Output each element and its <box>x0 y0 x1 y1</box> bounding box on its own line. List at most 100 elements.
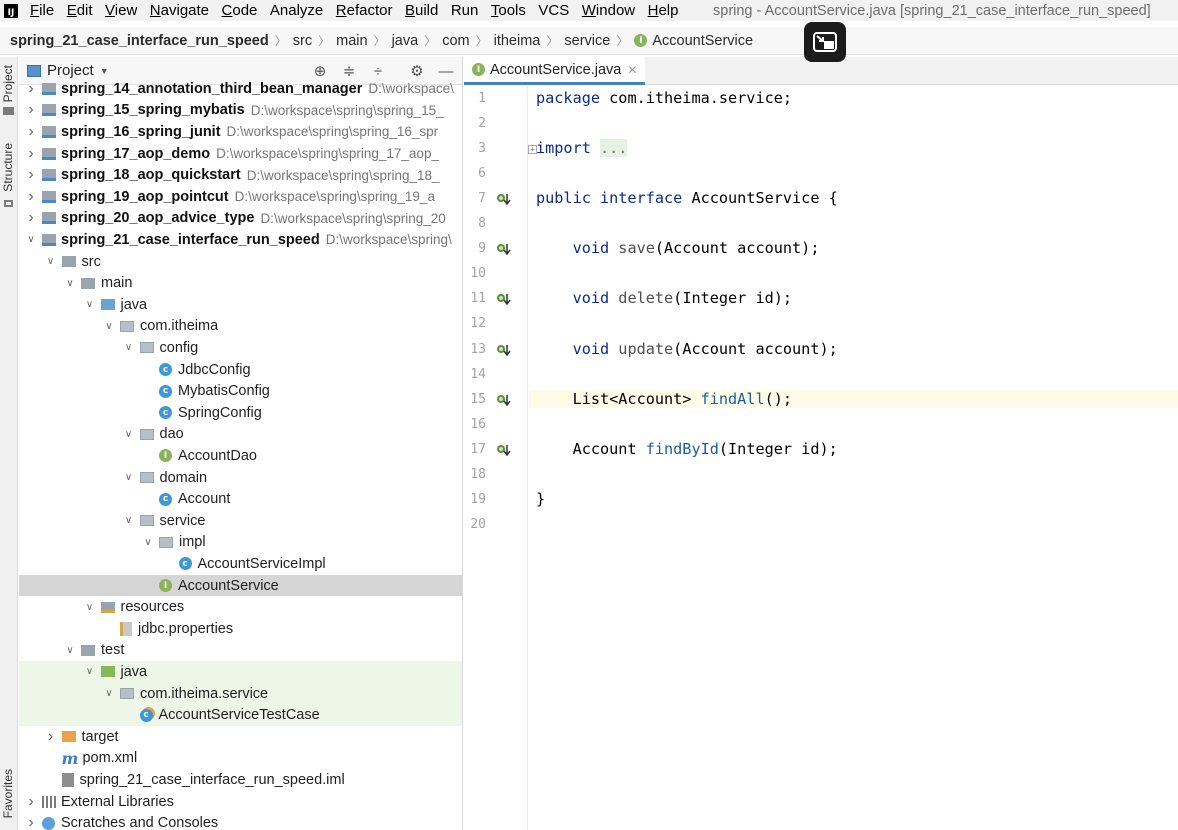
chevron-right-icon[interactable]: › <box>45 728 57 746</box>
tree-row[interactable]: ∨ config <box>19 337 462 359</box>
tree-row[interactable]: ∨ java <box>19 294 462 316</box>
menu-item-edit[interactable]: Edit <box>67 2 93 19</box>
tree-row[interactable]: c SpringConfig <box>19 402 462 424</box>
tree-row[interactable]: › spring_16_spring_junit D:\workspace\spri… <box>19 121 462 143</box>
tree-row[interactable]: › spring_18_aop_quickstart D:\workspace\sp… <box>19 164 462 186</box>
tree-row[interactable]: I AccountService <box>19 574 462 597</box>
implemented-marker-icon[interactable] <box>496 393 514 407</box>
close-icon[interactable]: ✕ <box>627 63 637 77</box>
menu-item-run[interactable]: Run <box>451 2 479 19</box>
menu-item-tools[interactable]: Tools <box>491 2 526 19</box>
breadcrumb-item[interactable]: java <box>392 33 419 49</box>
tree-row[interactable]: spring_21_case_interface_run_speed.iml <box>19 769 462 791</box>
exit-pip-button[interactable] <box>804 22 846 62</box>
chevron-right-icon[interactable]: › <box>25 80 37 98</box>
chevron-down-icon[interactable]: ∨ <box>123 472 135 483</box>
tree-row[interactable]: › target <box>19 726 462 748</box>
menu-item-navigate[interactable]: Navigate <box>150 2 209 19</box>
tree-row[interactable]: › spring_17_aop_demo D:\workspace\spring\s… <box>19 143 462 165</box>
tree-row[interactable]: ∨ main <box>19 272 462 294</box>
fold-expand-icon[interactable]: + <box>528 145 537 155</box>
tree-row[interactable]: ∨ domain <box>19 467 462 489</box>
chevron-down-icon[interactable]: ∨ <box>123 429 135 440</box>
chevron-down-icon[interactable]: ∨ <box>84 666 96 677</box>
menu-item-build[interactable]: Build <box>405 2 438 19</box>
menu-item-window[interactable]: Window <box>582 2 635 19</box>
menu-item-file[interactable]: File <box>30 2 54 19</box>
implemented-marker-icon[interactable] <box>496 242 514 256</box>
breadcrumb-item[interactable]: spring_21_case_interface_run_speed <box>10 33 269 49</box>
chevron-down-icon[interactable]: ∨ <box>64 278 76 289</box>
menu-item-help[interactable]: Help <box>648 2 679 19</box>
tree-row[interactable]: c AccountServiceImpl <box>19 553 462 575</box>
chevron-right-icon[interactable]: › <box>25 166 37 184</box>
chevron-down-icon[interactable]: ∨ <box>64 645 76 656</box>
tree-row[interactable]: ∨ spring_21_case_interface_run_speed D:\wo… <box>19 229 462 251</box>
tree-row[interactable]: › spring_19_aop_pointcut D:\workspace\spri… <box>19 186 462 208</box>
tree-row[interactable]: c JdbcConfig <box>19 359 462 381</box>
chevron-right-icon[interactable]: › <box>25 101 37 119</box>
implemented-marker-icon[interactable] <box>496 443 514 457</box>
tree-row[interactable]: › spring_20_aop_advice_type D:\workspace\s… <box>19 208 462 230</box>
chevron-down-icon[interactable]: ∨ <box>103 321 115 332</box>
tree-row[interactable]: m pom.xml <box>19 748 462 770</box>
tree-row[interactable]: ∨ src <box>19 251 462 273</box>
breadcrumb-item[interactable]: I AccountService <box>634 33 753 49</box>
menu-item-vcs[interactable]: VCS <box>538 2 569 19</box>
chevron-down-icon[interactable]: ∨ <box>103 688 115 699</box>
chevron-down-icon[interactable]: ∨ <box>142 537 154 548</box>
chevron-right-icon[interactable]: › <box>25 209 37 227</box>
menu-item-code[interactable]: Code <box>222 2 258 19</box>
project-panel-title[interactable]: Project <box>47 62 94 79</box>
tree-row[interactable]: ∨ service <box>19 510 462 532</box>
implemented-marker-icon[interactable] <box>496 343 514 357</box>
chevron-down-icon[interactable]: ∨ <box>25 234 37 245</box>
chevron-right-icon[interactable]: › <box>25 188 37 206</box>
tool-tab-favorites[interactable]: Favorites <box>1 769 15 818</box>
breadcrumb-item[interactable]: src <box>293 33 312 49</box>
tree-row[interactable]: ∨ com.itheima <box>19 316 462 338</box>
tree-row[interactable]: c AccountServiceTestCase <box>19 704 462 726</box>
tree-row[interactable]: › Scratches and Consoles <box>19 812 462 830</box>
chevron-down-icon[interactable]: ∨ <box>123 342 135 353</box>
breadcrumb-item[interactable]: itheima <box>494 33 541 49</box>
breadcrumb-separator-icon: 〉 <box>616 34 629 48</box>
tool-tab-project[interactable]: Project <box>1 65 15 102</box>
chevron-down-icon[interactable]: ∨ <box>84 602 96 613</box>
tree-row[interactable]: ∨ impl <box>19 532 462 554</box>
tree-row[interactable]: ∨ dao <box>19 424 462 446</box>
tree-row[interactable]: › spring_15_spring_mybatis D:\workspace\sp… <box>19 100 462 122</box>
breadcrumb-item[interactable]: service <box>564 33 610 49</box>
chevron-right-icon[interactable]: › <box>25 814 37 830</box>
menu-item-view[interactable]: View <box>105 2 137 19</box>
implemented-marker-icon[interactable] <box>496 192 514 206</box>
breadcrumb-item[interactable]: com <box>442 33 469 49</box>
chevron-right-icon[interactable]: › <box>25 145 37 163</box>
tree-row[interactable]: ∨ resources <box>19 596 462 618</box>
chevron-right-icon[interactable]: › <box>25 123 37 141</box>
menu-item-refactor[interactable]: Refactor <box>336 2 393 19</box>
menu-item-analyze[interactable]: Analyze <box>270 2 323 19</box>
implemented-marker-icon[interactable] <box>496 292 514 306</box>
tree-row[interactable]: ∨ java <box>19 661 462 683</box>
tree-row[interactable]: ∨ test <box>19 640 462 662</box>
chevron-right-icon[interactable]: › <box>25 793 37 811</box>
code-method: findById <box>645 439 719 458</box>
tree-row[interactable]: jdbc.properties <box>19 618 462 640</box>
code-text: (Integer id); <box>673 289 793 308</box>
tree-row[interactable]: c Account <box>19 488 462 510</box>
chevron-down-icon[interactable]: ∨ <box>45 256 57 267</box>
tree-row[interactable]: I AccountDao <box>19 445 462 467</box>
tool-tab-structure[interactable]: Structure <box>1 143 15 192</box>
tree-row[interactable]: › External Libraries <box>19 791 462 813</box>
breadcrumb-item[interactable]: main <box>336 33 367 49</box>
tree-row[interactable]: › spring_14_annotation_third_bean_manager… <box>19 78 462 100</box>
chevron-down-icon[interactable]: ▼ <box>100 66 109 76</box>
tab-account-service-java[interactable]: I AccountService.java ✕ <box>464 57 646 85</box>
code-method: save <box>618 239 655 258</box>
tree-row[interactable]: c MybatisConfig <box>19 380 462 402</box>
chevron-down-icon[interactable]: ∨ <box>123 515 135 526</box>
code-editor[interactable]: package com.itheima.service; + import ... p… <box>528 86 1178 830</box>
chevron-down-icon[interactable]: ∨ <box>84 299 96 310</box>
tree-row[interactable]: ∨ com.itheima.service <box>19 682 462 705</box>
